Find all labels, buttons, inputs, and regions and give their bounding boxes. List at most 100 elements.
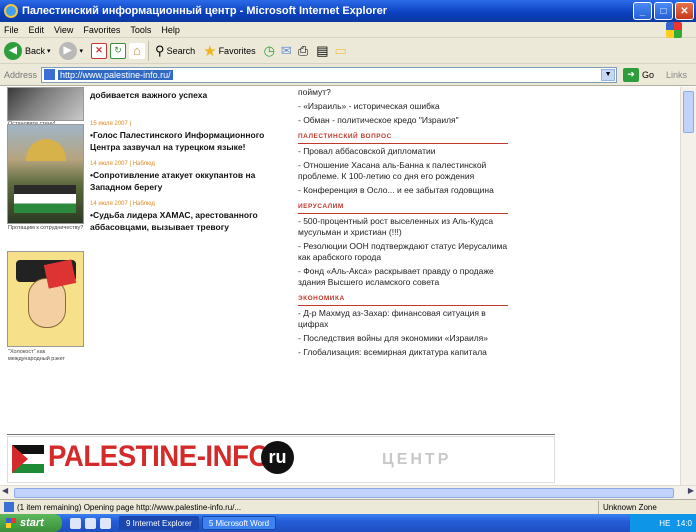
scroll-right-icon[interactable]: ▶ bbox=[688, 486, 694, 495]
forward-button[interactable]: ▶ ▾ bbox=[58, 41, 84, 60]
horizontal-scrollbar[interactable]: ◀ ▶ bbox=[0, 485, 696, 499]
address-url[interactable]: http://www.palestine-info.ru/ bbox=[58, 69, 173, 80]
topic-link[interactable]: - «Израиль» - историческая ошибка bbox=[298, 101, 508, 112]
chevron-down-icon: ▾ bbox=[79, 47, 84, 55]
forward-arrow-icon: ▶ bbox=[58, 41, 77, 60]
mosque-crowd-image[interactable] bbox=[7, 124, 84, 224]
taskbar-item-word[interactable]: 5 Microsoft Word bbox=[201, 516, 277, 530]
chevron-down-icon: ▾ bbox=[47, 47, 51, 55]
topic-link[interactable]: - Конференция в Осло... и ее забытая год… bbox=[298, 185, 508, 196]
menu-edit[interactable]: Edit bbox=[29, 25, 45, 35]
search-label: Search bbox=[166, 45, 196, 56]
go-arrow-icon: ➜ bbox=[623, 67, 640, 82]
status-text: (1 item remaining) Opening page http://w… bbox=[17, 502, 242, 512]
topic-link[interactable]: - Глобализация: всемирная диктатура капи… bbox=[298, 347, 508, 358]
topics-column: поймут? - «Израиль» - историческая ошибк… bbox=[298, 87, 508, 361]
toolbar: ◀ Back ▾ ▶ ▾ ✕ ↻ ⌂ ⚲ Search ★ Favorites … bbox=[0, 38, 696, 64]
cartoon-image[interactable] bbox=[7, 251, 84, 347]
vertical-scrollbar[interactable] bbox=[680, 87, 696, 485]
topic-link[interactable]: - Д-р Махмуд аз-Захар: финансовая ситуац… bbox=[298, 308, 508, 330]
topic-link[interactable]: - 500-процентный рост выселенных из Аль-… bbox=[298, 216, 508, 238]
topic-link[interactable]: - Последствия войны для экономики «Израи… bbox=[298, 333, 508, 344]
scroll-left-icon[interactable]: ◀ bbox=[2, 486, 8, 495]
star-icon: ★ bbox=[203, 42, 217, 60]
taskbar-item-ie[interactable]: 9 Internet Explorer bbox=[119, 516, 199, 530]
news-item: 14 июля 2007 | Наблюд •Судьба лидера ХАМ… bbox=[90, 200, 295, 233]
section-title[interactable]: ПАЛЕСТИНСКИЙ ВОПРОС bbox=[298, 131, 508, 144]
quick-launch-icon[interactable] bbox=[70, 517, 81, 529]
address-input[interactable]: http://www.palestine-info.ru/ ▼ bbox=[41, 66, 618, 83]
search-button[interactable]: ⚲ Search bbox=[155, 43, 195, 59]
topic-link[interactable]: - Обман - политическое кредо "Израиля" bbox=[298, 115, 508, 126]
history-button[interactable]: ◷ bbox=[264, 43, 275, 59]
news-headline[interactable]: •Сопротивление атакует оккупантов на Зап… bbox=[90, 169, 295, 193]
stop-button[interactable]: ✕ bbox=[91, 42, 108, 59]
page-icon bbox=[44, 69, 56, 80]
favorites-button[interactable]: ★ Favorites bbox=[203, 42, 255, 60]
section-title[interactable]: ЭКОНОМИКА bbox=[298, 293, 508, 306]
dome-shape bbox=[26, 139, 66, 161]
left-image-column: Остановите стену! Протащим к сотрудничес… bbox=[7, 87, 84, 387]
address-label: Address bbox=[4, 69, 38, 80]
section-title[interactable]: ИЕРУСАЛИМ bbox=[298, 201, 508, 214]
mail-button[interactable]: ✉ bbox=[281, 43, 292, 59]
topic-link[interactable]: - Отношение Хасана аль-Банна к палестинс… bbox=[298, 160, 508, 182]
news-headline[interactable]: •Голос Палестинского Информационного Цен… bbox=[90, 129, 295, 153]
quick-launch-icon[interactable] bbox=[100, 517, 111, 529]
topic-link[interactable]: - Провал аббасовской дипломатии bbox=[298, 146, 508, 157]
page-content: Остановите стену! Протащим к сотрудничес… bbox=[0, 87, 680, 485]
go-label: Go bbox=[642, 69, 655, 80]
back-arrow-icon: ◀ bbox=[4, 41, 22, 60]
news-meta: 15 июля 2007 | bbox=[90, 121, 132, 127]
topic-link[interactable]: поймут? bbox=[298, 87, 508, 98]
news-headline[interactable]: •Судьба лидера ХАМАС, арестованного абба… bbox=[90, 209, 295, 233]
news-meta: 14 июля 2007 | Наблюд bbox=[90, 201, 155, 207]
status-bar: (1 item remaining) Opening page http://w… bbox=[0, 499, 696, 514]
title-bar[interactable]: Палестинский информационный центр - Micr… bbox=[0, 0, 696, 22]
quick-launch-icon[interactable] bbox=[85, 517, 96, 529]
back-button[interactable]: ◀ Back ▾ bbox=[4, 41, 51, 60]
window-title: Палестинский информационный центр - Micr… bbox=[22, 5, 387, 17]
close-button[interactable]: ✕ bbox=[675, 2, 694, 20]
go-button[interactable]: ➜ Go bbox=[623, 67, 655, 82]
news-item: 15 июля 2007 | •Голос Палестинского Инфо… bbox=[90, 120, 295, 153]
refresh-button[interactable]: ↻ bbox=[110, 42, 127, 59]
start-button[interactable]: start bbox=[0, 514, 62, 532]
maximize-button[interactable]: □ bbox=[654, 2, 673, 20]
ru-badge: ru bbox=[261, 441, 294, 474]
ie-logo-icon bbox=[4, 4, 18, 18]
menu-bar: File Edit View Favorites Tools Help bbox=[0, 22, 696, 38]
menu-favorites[interactable]: Favorites bbox=[83, 25, 120, 35]
minimize-button[interactable]: _ bbox=[633, 2, 652, 20]
news-meta: 14 июля 2007 | Наблюд bbox=[90, 161, 155, 167]
menu-tools[interactable]: Tools bbox=[130, 25, 151, 35]
system-tray: HE 14:0 bbox=[630, 514, 696, 532]
menu-file[interactable]: File bbox=[4, 25, 19, 35]
vertical-scroll-thumb[interactable] bbox=[683, 91, 694, 133]
home-button[interactable]: ⌂ bbox=[129, 42, 146, 59]
top-headline[interactable]: добивается важного успеха bbox=[90, 89, 295, 101]
print-button[interactable]: ⎙ bbox=[298, 43, 308, 59]
caption-holocaust[interactable]: "Холокост" как международный рэкет bbox=[8, 349, 85, 363]
links-button[interactable]: Links bbox=[666, 70, 687, 80]
toolbar-divider bbox=[148, 40, 150, 61]
caption-cooperation[interactable]: Протащим к сотрудничеству? bbox=[8, 225, 85, 232]
footer-divider bbox=[7, 434, 555, 435]
news-item: 14 июля 2007 | Наблюд •Сопротивление ата… bbox=[90, 160, 295, 193]
topic-link[interactable]: - Резолюции ООН подтверждают статус Иеру… bbox=[298, 241, 508, 263]
clock: 14:0 bbox=[676, 518, 692, 528]
topic-link[interactable]: - Фонд «Аль-Акса» раскрывает правду о пр… bbox=[298, 266, 508, 288]
address-dropdown-button[interactable]: ▼ bbox=[601, 68, 616, 81]
book-shape bbox=[43, 259, 77, 289]
centr-text: ЦЕНТР bbox=[382, 451, 452, 468]
discuss-button[interactable]: ▭ bbox=[335, 43, 347, 59]
wall-image[interactable] bbox=[7, 87, 84, 121]
horizontal-scroll-thumb[interactable] bbox=[14, 488, 674, 498]
menu-help[interactable]: Help bbox=[161, 25, 180, 35]
language-indicator[interactable]: HE bbox=[659, 519, 670, 528]
flag-shape bbox=[14, 185, 76, 213]
security-zone: Unknown Zone bbox=[598, 501, 657, 514]
edit-button[interactable]: ▤ bbox=[316, 43, 328, 59]
site-banner[interactable]: PALESTINE-INFO. ru ЦЕНТР bbox=[7, 436, 555, 483]
menu-view[interactable]: View bbox=[54, 25, 73, 35]
